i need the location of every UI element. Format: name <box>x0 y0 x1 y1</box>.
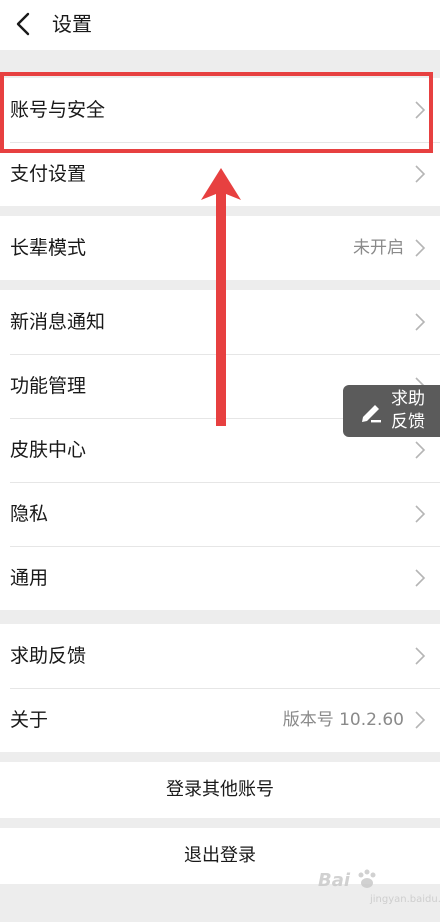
settings-item-label: 支付设置 <box>10 163 87 185</box>
settings-item-about[interactable]: 关于 版本号 10.2.60 <box>0 688 440 752</box>
page-title: 设置 <box>52 12 92 36</box>
chevron-right-icon <box>415 505 426 523</box>
pencil-edit-icon <box>362 405 381 423</box>
settings-item-value: 版本号 10.2.60 <box>282 710 404 730</box>
chevron-right-icon <box>415 441 426 459</box>
paw-logo-icon <box>358 869 376 888</box>
annotation-arrow-icon <box>201 168 241 426</box>
chevron-right-icon <box>415 165 426 183</box>
settings-item-general[interactable]: 通用 <box>0 546 440 610</box>
settings-item-label: 新消息通知 <box>10 311 106 333</box>
settings-item-label: 功能管理 <box>10 375 87 397</box>
settings-group-help: 求助反馈 关于 版本号 10.2.60 <box>0 624 440 752</box>
settings-item-help-feedback[interactable]: 求助反馈 <box>0 624 440 688</box>
chevron-right-icon <box>415 569 426 587</box>
chevron-right-icon <box>415 239 426 257</box>
chevron-right-icon <box>415 647 426 665</box>
settings-item-label: 关于 <box>10 709 49 731</box>
settings-item-label: 求助反馈 <box>10 645 87 667</box>
watermark-subtext: jingyan.baidu.com <box>370 894 440 905</box>
feedback-label-line1: 求助 <box>391 389 425 409</box>
floating-feedback-button[interactable]: 求助 反馈 <box>343 385 440 437</box>
chevron-right-icon <box>415 313 426 331</box>
feedback-label-line2: 反馈 <box>391 412 425 432</box>
settings-item-label: 长辈模式 <box>10 237 87 259</box>
settings-item-label: 皮肤中心 <box>10 439 87 461</box>
settings-item-privacy[interactable]: 隐私 <box>0 482 440 546</box>
switch-account-label: 登录其他账号 <box>166 779 274 800</box>
chevron-right-icon <box>415 711 426 729</box>
settings-item-label: 通用 <box>10 567 49 589</box>
watermark-text: Bai <box>318 870 351 891</box>
settings-item-value: 未开启 <box>353 238 404 258</box>
settings-item-label: 隐私 <box>10 503 49 525</box>
baidu-watermark: Bai jingyan.baidu.com <box>318 866 440 912</box>
back-arrow-icon[interactable] <box>14 10 34 38</box>
highlight-box <box>0 72 433 153</box>
switch-account-button[interactable]: 登录其他账号 <box>0 762 440 818</box>
title-bar: 设置 <box>0 0 440 50</box>
